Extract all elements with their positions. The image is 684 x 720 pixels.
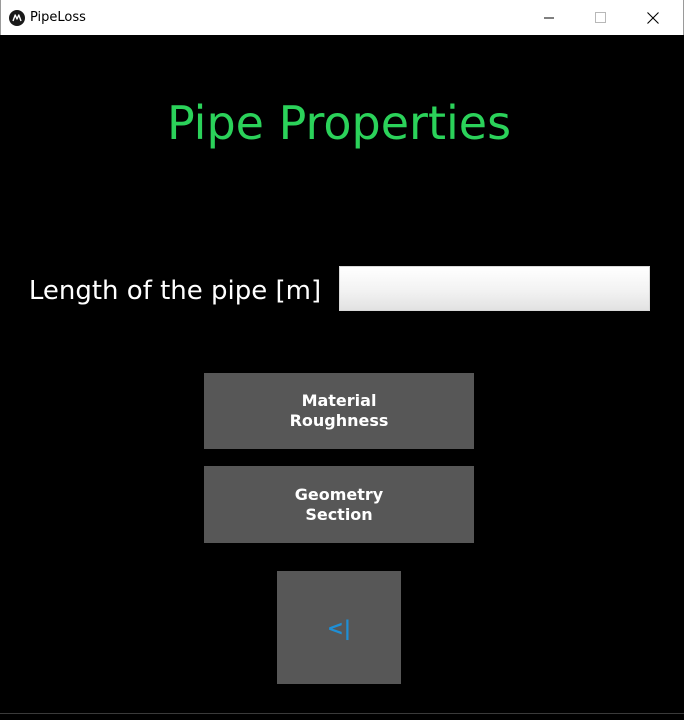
page-title: Pipe Properties xyxy=(166,96,512,150)
close-button[interactable] xyxy=(627,0,679,35)
bottom-divider xyxy=(0,713,684,714)
material-roughness-button[interactable]: Material Roughness xyxy=(204,373,474,449)
length-label: Length of the pipe [m] xyxy=(28,276,322,306)
minimize-button[interactable] xyxy=(523,0,575,35)
kivy-logo-icon xyxy=(9,10,25,26)
back-glyph: <| xyxy=(326,615,352,640)
maximize-icon xyxy=(595,12,606,23)
app-window: PipeLoss Pipe Properties Length of the p… xyxy=(0,0,684,720)
title-bar[interactable]: PipeLoss xyxy=(0,0,684,35)
material-roughness-label-line1: Material xyxy=(301,391,377,410)
maximize-button[interactable] xyxy=(575,0,627,35)
geometry-section-label-line1: Geometry xyxy=(294,484,384,504)
material-roughness-label-line2: Roughness xyxy=(289,411,389,430)
geometry-section-label-line2: Section xyxy=(305,504,373,524)
back-button[interactable]: <| xyxy=(277,571,401,684)
length-input[interactable] xyxy=(339,266,650,311)
window-title: PipeLoss xyxy=(30,10,86,25)
close-icon xyxy=(647,12,659,24)
minimize-icon xyxy=(544,17,554,19)
geometry-section-button[interactable]: Geometry Section xyxy=(204,466,474,543)
